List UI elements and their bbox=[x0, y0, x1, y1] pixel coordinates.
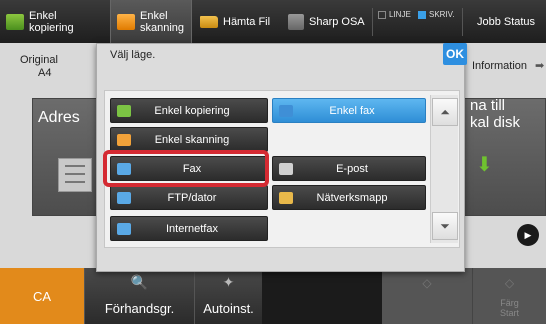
copy-icon bbox=[117, 104, 131, 117]
separator bbox=[372, 8, 373, 36]
tab-retrieve-file[interactable]: Hämta Fil bbox=[200, 0, 280, 43]
print-indicator-label: SKRIV. bbox=[429, 10, 455, 19]
clear-all-label: CA bbox=[32, 288, 52, 304]
local-disk-label-1: na till bbox=[470, 97, 506, 114]
print-led-icon bbox=[418, 10, 426, 19]
tab-easy-scan-label1: Enkel bbox=[140, 9, 168, 22]
email-icon bbox=[279, 162, 293, 175]
option-label: Enkel skanning bbox=[154, 133, 230, 146]
chevron-up-icon: ⏶ bbox=[440, 104, 450, 119]
ftp-icon bbox=[117, 191, 131, 204]
option-label: Nätverksmapp bbox=[316, 191, 388, 204]
original-value: A4 bbox=[38, 67, 52, 79]
option-network-folder[interactable]: Nätverksmapp bbox=[272, 185, 426, 210]
job-status-label: Jobb Status bbox=[476, 15, 536, 28]
local-disk-label-2: kal disk bbox=[470, 114, 521, 131]
auto-settings-icon: ✦ bbox=[222, 274, 235, 290]
document-icon[interactable] bbox=[58, 158, 92, 192]
scroll-up-button[interactable]: ⏶ bbox=[432, 98, 458, 126]
option-easy-fax[interactable]: Enkel fax bbox=[272, 98, 426, 123]
option-internet-fax[interactable]: Internetfax bbox=[110, 216, 268, 241]
folder-icon bbox=[200, 15, 218, 28]
start-diamond-icon: ◇ bbox=[422, 276, 432, 290]
information-button[interactable]: Information bbox=[472, 60, 527, 72]
option-ftp[interactable]: FTP/dator bbox=[110, 185, 268, 210]
scroll-down-button[interactable]: ⏷ bbox=[432, 212, 458, 240]
tab-retrieve-file-label: Hämta Fil bbox=[223, 15, 271, 28]
tab-easy-copy[interactable]: Enkel kopiering bbox=[6, 0, 92, 43]
line-indicator-label: LINJE bbox=[389, 10, 411, 19]
auto-settings-label: Autoinst. bbox=[203, 301, 254, 316]
arrow-down-icon: ⬇ bbox=[476, 154, 493, 176]
option-easy-scan[interactable]: Enkel skanning bbox=[110, 127, 268, 152]
internet-fax-icon bbox=[117, 222, 131, 235]
tab-sharp-osa[interactable]: Sharp OSA bbox=[288, 0, 368, 43]
clear-all-button[interactable]: CA bbox=[0, 268, 84, 324]
option-label: FTP/dator bbox=[167, 191, 217, 204]
print-indicator: SKRIV. bbox=[418, 10, 455, 19]
bw-start-button[interactable]: ◇ bbox=[382, 268, 472, 324]
scan-icon bbox=[117, 133, 131, 146]
separator bbox=[462, 8, 463, 36]
address-label[interactable]: Adres bbox=[38, 109, 80, 127]
start-diamond-icon: ◇ bbox=[504, 276, 515, 290]
preview-label: Förhandsgr. bbox=[104, 301, 175, 316]
color-start-label-2: Start bbox=[499, 308, 519, 318]
ok-button[interactable]: OK bbox=[443, 43, 467, 65]
option-label: Enkel kopiering bbox=[154, 104, 230, 117]
color-start-button[interactable]: ◇ Färg Start bbox=[472, 268, 546, 324]
local-disk-label[interactable]: na till kal disk bbox=[470, 97, 520, 131]
tab-easy-scan[interactable]: Enkel skanning bbox=[110, 0, 192, 43]
network-folder-icon bbox=[279, 191, 293, 204]
option-label: Internetfax bbox=[166, 222, 218, 235]
line-led-icon bbox=[378, 10, 386, 19]
dialog-title: Välj läge. bbox=[110, 49, 156, 61]
arrow-right-icon: ➡ bbox=[535, 60, 545, 72]
option-label: E-post bbox=[336, 162, 368, 175]
next-icon[interactable]: ▶ bbox=[517, 224, 539, 246]
auto-settings-button[interactable]: ✦ Autoinst. bbox=[194, 268, 262, 324]
tab-easy-scan-label2: skanning bbox=[140, 21, 185, 34]
copy-icon bbox=[6, 13, 24, 30]
color-start-label-1: Färg bbox=[500, 298, 519, 308]
tab-easy-copy-label2: kopiering bbox=[29, 21, 74, 34]
option-email[interactable]: E-post bbox=[272, 156, 426, 181]
preview-icon: 🔍 bbox=[130, 274, 149, 290]
highlight-frame bbox=[103, 150, 269, 187]
osa-icon bbox=[288, 13, 304, 30]
tab-easy-copy-label1: Enkel bbox=[29, 9, 57, 22]
chevron-down-icon: ⏷ bbox=[440, 218, 450, 233]
original-label: Original bbox=[20, 54, 58, 66]
option-easy-copy[interactable]: Enkel kopiering bbox=[110, 98, 268, 123]
option-label: Enkel fax bbox=[329, 104, 375, 117]
fax-icon bbox=[279, 104, 293, 117]
scan-icon bbox=[117, 13, 135, 30]
line-indicator: LINJE bbox=[378, 10, 411, 19]
job-status-button[interactable]: Jobb Status bbox=[466, 0, 546, 43]
tab-sharp-osa-label: Sharp OSA bbox=[309, 15, 365, 28]
preview-button[interactable]: 🔍 Förhandsgr. bbox=[84, 268, 194, 324]
